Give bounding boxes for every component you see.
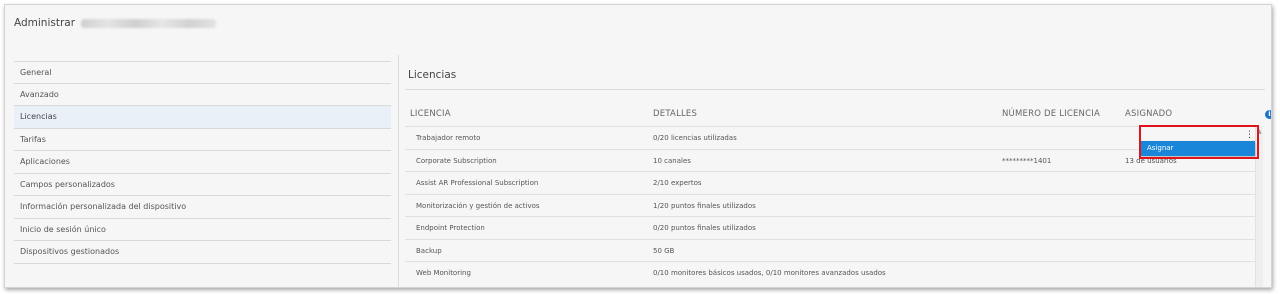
cell-details: 1/20 puntos finales utilizados [653, 201, 756, 210]
column-header-assigned[interactable]: ASIGNADO [1125, 109, 1172, 119]
settings-sidebar: General Avanzado Licencias Tarifas Aplic… [14, 61, 391, 264]
redacted-company-name [81, 18, 217, 28]
table-header: LICENCIA DETALLES NÚMERO DE LICENCIA ASI… [408, 107, 1263, 125]
licenses-panel: Licencias LICENCIA DETALLES NÚMERO DE LI… [399, 55, 1271, 287]
page-title-text: Administrar [14, 17, 76, 29]
cell-details: 0/10 monitores básicos usados, 0/10 moni… [653, 269, 886, 277]
admin-window: Administrar General Avanzado Licencias T… [4, 4, 1272, 288]
table-row[interactable]: Backup 50 GB [405, 238, 1255, 261]
cell-details: 0/20 licencias utilizadas [653, 134, 737, 142]
cell-details: 10 canales [653, 156, 691, 165]
section-title: Licencias [408, 69, 457, 81]
info-icon[interactable]: i [1265, 110, 1271, 119]
sidebar-item-informacion-dispositivo[interactable]: Información personalizada del dispositiv… [14, 196, 391, 219]
column-header-license[interactable]: LICENCIA [410, 109, 451, 119]
cell-details: 0/20 puntos finales utilizados [653, 224, 756, 232]
cell-details: 50 GB [653, 246, 675, 255]
page-title: Administrar [14, 17, 217, 29]
cell-license: Endpoint Protection [416, 224, 485, 232]
licenses-table-body: Trabajador remoto 0/20 licencias utiliza… [405, 126, 1255, 284]
sidebar-item-campos-personalizados[interactable]: Campos personalizados [14, 173, 391, 196]
table-row[interactable]: Trabajador remoto 0/20 licencias utiliza… [405, 126, 1255, 149]
sidebar-item-aplicaciones[interactable]: Aplicaciones [14, 151, 391, 174]
sidebar-item-general[interactable]: General [14, 61, 391, 84]
sidebar-item-licencias[interactable]: Licencias [14, 106, 391, 129]
column-header-details[interactable]: DETALLES [653, 109, 697, 119]
sidebar-item-inicio-sesion-unico[interactable]: Inicio de sesión único [14, 218, 391, 241]
cell-license: Assist AR Professional Subscription [416, 179, 539, 187]
table-row[interactable]: Web Monitoring 0/10 monitores básicos us… [405, 261, 1255, 284]
cell-details: 2/10 expertos [653, 179, 702, 187]
cell-license-number: *********1401 [1002, 156, 1052, 165]
table-row[interactable]: Monitorización y gestión de activos 1/20… [405, 193, 1255, 216]
sidebar-item-dispositivos-gestionados[interactable]: Dispositivos gestionados [14, 241, 391, 264]
table-row[interactable]: Assist AR Professional Subscription 2/10… [405, 171, 1255, 194]
sidebar-item-tarifas[interactable]: Tarifas [14, 128, 391, 151]
sidebar-item-avanzado[interactable]: Avanzado [14, 83, 391, 106]
table-row[interactable]: Endpoint Protection 0/20 puntos finales … [405, 216, 1255, 239]
cell-license: Monitorización y gestión de activos [416, 201, 540, 210]
highlight-annotation [1139, 125, 1259, 159]
cell-license: Web Monitoring [416, 269, 471, 277]
cell-license: Corporate Subscription [416, 156, 497, 165]
table-row[interactable]: Corporate Subscription 10 canales ******… [405, 148, 1255, 171]
column-header-license-number[interactable]: NÚMERO DE LICENCIA [1002, 109, 1100, 119]
cell-license: Trabajador remoto [416, 134, 481, 142]
section-divider [405, 89, 1265, 90]
cell-license: Backup [416, 246, 442, 255]
